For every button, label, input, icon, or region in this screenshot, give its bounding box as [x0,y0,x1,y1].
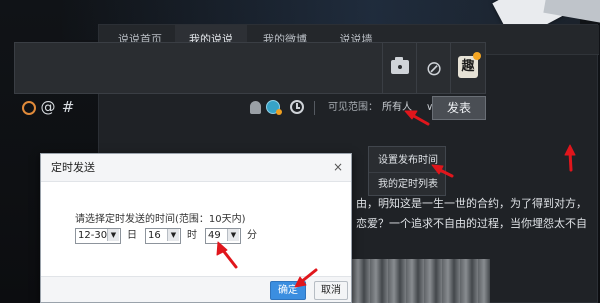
schedule-menu: 设置发布时间 我的定时列表 [368,146,447,196]
close-icon[interactable]: × [329,158,347,176]
dialog-prompt: 请选择定时发送的时间(范围：10天内) [75,214,246,225]
hour-dropdown-icon[interactable]: ▼ [167,229,179,241]
menu-item-set-time[interactable]: 设置发布时间 [369,149,447,173]
minute-unit: 分 [247,230,257,241]
dialog-footer: 确定 取消 [41,276,351,302]
link-button[interactable]: ⊘ [416,42,450,94]
qu-button[interactable]: 趣 [450,42,484,94]
date-dropdown-icon[interactable]: ▼ [107,229,119,241]
qu-badge-icon [473,52,481,60]
avatar-badge-icon [276,109,282,115]
time-picker-row: 12-30 ▼ 日 16 ▼ 时 49 ▼ 分 [75,228,345,244]
ok-button[interactable]: 确定 [270,281,306,300]
post-content: 由，明知这是一生一世的合约，为了得到对方， 恋爱？一个追求不自由的过程，当你埋怨… [356,194,600,234]
mention-icon[interactable]: @ [40,98,56,116]
visibility-select[interactable]: 所有人 [382,96,412,120]
editor-actions: ⊘ 趣 [382,42,486,94]
emoji-icon[interactable] [22,101,36,115]
minute-dropdown-icon[interactable]: ▼ [227,229,239,241]
dialog-header: 定时发送 × [41,154,351,182]
menu-item-schedule-list[interactable]: 我的定时列表 [369,172,447,196]
post-image[interactable] [352,259,490,303]
visibility-label: 可见范围： [328,102,378,113]
dialog-title: 定时发送 [51,161,95,174]
topic-icon[interactable]: # [60,98,76,116]
composer-toolbar: @ # 可见范围： 所有人 ∨ 发表 [14,96,486,120]
photo-button[interactable] [382,42,416,94]
link-icon: ⊘ [425,56,443,80]
hour-unit: 时 [187,230,197,241]
date-unit: 日 [127,230,137,241]
ghost-icon[interactable] [250,101,261,114]
camera-lens-icon [396,63,404,71]
toolbar-divider [314,101,315,115]
schedule-dialog: 定时发送 × 请选择定时发送的时间(范围：10天内) 12-30 ▼ 日 16 … [40,153,352,303]
publish-button[interactable]: 发表 [432,96,486,120]
clock-hand-minute-icon [296,107,300,109]
post-line: 恋爱？一个追求不自由的过程，当你埋怨太不自 [356,217,587,230]
cancel-button[interactable]: 取消 [314,281,348,300]
post-line: 由，明知这是一生一世的合约，为了得到对方， [356,197,587,210]
